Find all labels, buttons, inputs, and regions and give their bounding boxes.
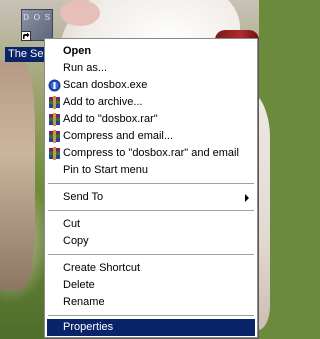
menu-item-label: Add to archive... (63, 96, 143, 108)
menu-item-label: Send To (63, 191, 104, 203)
menu-item-label: Rename (63, 296, 105, 308)
menu-item-delete[interactable]: Delete (47, 277, 255, 294)
menu-item-label: Compress and email... (63, 130, 174, 142)
menu-item-cut[interactable]: Cut (47, 216, 255, 233)
menu-item-label: Create Shortcut (63, 262, 141, 274)
wallpaper-dog-ear (60, 0, 100, 26)
menu-item-add-to-archive[interactable]: Add to archive... (47, 94, 255, 111)
menu-item-create-shortcut[interactable]: Create Shortcut (47, 260, 255, 277)
menu-item-label: Scan dosbox.exe (63, 79, 148, 91)
icon-letters: D O S (22, 13, 52, 22)
menu-separator (48, 254, 254, 255)
menu-item-label: Delete (63, 279, 95, 291)
menu-item-compress-email[interactable]: Compress and email... (47, 128, 255, 145)
menu-item-label: Add to "dosbox.rar" (63, 113, 158, 125)
menu-item-scan[interactable]: Scan dosbox.exe (47, 77, 255, 94)
menu-item-open[interactable]: Open (47, 43, 255, 60)
menu-item-compress-rar-email[interactable]: Compress to "dosbox.rar" and email (47, 145, 255, 162)
menu-item-label: Properties (63, 321, 114, 333)
winrar-icon (48, 113, 61, 126)
menu-item-copy[interactable]: Copy (47, 233, 255, 250)
submenu-arrow-icon (245, 194, 249, 202)
menu-item-label: Cut (63, 218, 81, 230)
winrar-icon (48, 147, 61, 160)
menu-item-send-to[interactable]: Send To (47, 189, 255, 206)
menu-item-label: Open (63, 45, 92, 57)
menu-separator (48, 183, 254, 184)
menu-item-add-to-rar[interactable]: Add to "dosbox.rar" (47, 111, 255, 128)
menu-item-label: Pin to Start menu (63, 164, 148, 176)
menu-item-rename[interactable]: Rename (47, 294, 255, 311)
menu-separator (48, 315, 254, 316)
menu-item-properties[interactable]: Properties (47, 319, 255, 336)
shortcut-arrow-icon (21, 31, 31, 41)
winrar-icon (48, 130, 61, 143)
menu-separator (48, 210, 254, 211)
menu-item-label: Copy (63, 235, 89, 247)
menu-item-pin-start[interactable]: Pin to Start menu (47, 162, 255, 179)
context-menu: Open Run as... Scan dosbox.exe Add to ar… (44, 38, 258, 338)
winrar-icon (48, 96, 61, 109)
antivirus-icon (48, 79, 61, 92)
menu-item-run-as[interactable]: Run as... (47, 60, 255, 77)
menu-item-label: Run as... (63, 62, 108, 74)
menu-item-label: Compress to "dosbox.rar" and email (63, 147, 239, 159)
wallpaper-animal-left (0, 60, 35, 290)
desktop-icon-label[interactable]: The Se (5, 47, 47, 62)
